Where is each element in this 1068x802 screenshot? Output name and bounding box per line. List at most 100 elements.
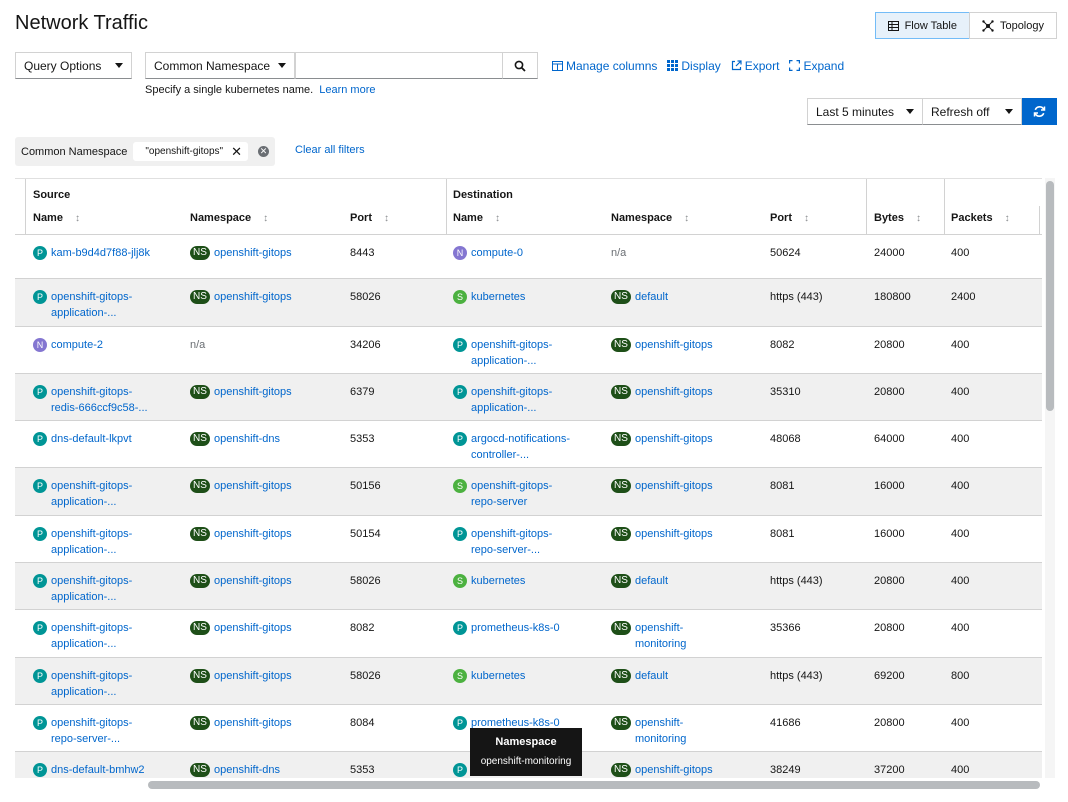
col-dst-name[interactable]: Name ↕ <box>453 212 500 224</box>
destination-namespace-link-text: openshift-monitoring <box>635 715 686 747</box>
source-name-link[interactable]: Popenshift-gitops-application-... <box>33 526 132 558</box>
search-input[interactable] <box>295 52 503 79</box>
source-name-link[interactable]: Ncompute-2 <box>33 337 103 353</box>
source-name-link[interactable]: Popenshift-gitops-application-... <box>33 668 132 700</box>
col-dst-port[interactable]: Port ↕ <box>770 212 809 224</box>
source-namespace-link[interactable]: NS openshift-gitops <box>190 573 292 589</box>
destination-name-link[interactable]: Skubernetes <box>453 573 525 589</box>
col-src-name[interactable]: Name ↕ <box>33 212 80 224</box>
col-packets[interactable]: Packets ↕ <box>951 212 1010 224</box>
table-row[interactable]: Popenshift-gitops-application-... NS opens… <box>15 610 1042 658</box>
table-row[interactable]: Popenshift-gitops-application-... NS opens… <box>15 468 1042 516</box>
table-cell: NS default <box>611 573 668 589</box>
col-src-namespace[interactable]: Namespace ↕ <box>190 212 268 224</box>
namespace-badge: NS <box>190 574 210 588</box>
destination-name-link[interactable]: Sopenshift-gitops-repo-server <box>453 478 552 510</box>
time-range-dropdown[interactable]: Last 5 minutes <box>807 98 923 125</box>
destination-name-link[interactable]: Popenshift-gitops-application-... <box>453 384 552 416</box>
table-row[interactable]: Pkam-b9d4d7f88-jlj8k NS openshift-gitops 84… <box>15 235 1042 279</box>
destination-name-link[interactable]: Pprometheus-k8s-0 <box>453 620 560 636</box>
source-name-link[interactable]: Pdns-default-bmhw2 <box>33 762 145 778</box>
table-row[interactable]: Popenshift-gitops-application-... NS opens… <box>15 658 1042 705</box>
col-dst-namespace-label: Namespace <box>611 212 673 224</box>
destination-namespace-link-line: default <box>635 670 669 682</box>
grid-icon <box>667 60 679 71</box>
source-port: 58026 <box>350 670 381 682</box>
source-name-link[interactable]: Popenshift-gitops-application-... <box>33 478 132 510</box>
learn-more-link[interactable]: Learn more <box>319 84 375 96</box>
source-name-link[interactable]: Pdns-default-lkpvt <box>33 431 132 447</box>
source-namespace-link[interactable]: NS openshift-dns <box>190 431 280 447</box>
col-bytes[interactable]: Bytes ↕ <box>874 212 921 224</box>
clear-all-filters-link[interactable]: Clear all filters <box>295 144 365 156</box>
columns-icon <box>552 60 563 71</box>
destination-name-link[interactable]: Skubernetes <box>453 289 525 305</box>
destination-namespace-link[interactable]: NS openshift-monitoring <box>611 620 686 652</box>
flow-table-label: Flow Table <box>904 19 957 32</box>
remove-chip-icon[interactable]: ✕ <box>231 145 242 158</box>
col-dst-namespace[interactable]: Namespace ↕ <box>611 212 689 224</box>
source-namespace-link-text: openshift-gitops <box>214 289 292 305</box>
table-row[interactable]: Popenshift-gitops-application-... NS opens… <box>15 563 1042 610</box>
flow-table-button[interactable]: Flow Table <box>874 12 970 39</box>
source-namespace-link[interactable]: NS openshift-gitops <box>190 620 292 636</box>
source-port: 50154 <box>350 528 381 540</box>
destination-namespace-link[interactable]: NS openshift-gitops <box>611 431 713 447</box>
destination-namespace-link[interactable]: NS openshift-gitops <box>611 526 713 542</box>
source-namespace-link[interactable]: NS openshift-gitops <box>190 715 292 731</box>
destination-name-link[interactable]: Popenshift-gitops-repo-server-... <box>453 526 552 558</box>
source-name-link[interactable]: Pkam-b9d4d7f88-jlj8k <box>33 245 150 261</box>
source-name-link[interactable]: Popenshift-gitops-redis-666ccf9c58-... <box>33 384 148 416</box>
destination-namespace-link[interactable]: NS openshift-gitops <box>611 384 713 400</box>
source-namespace-link[interactable]: NS openshift-gitops <box>190 384 292 400</box>
query-options-dropdown[interactable]: Query Options <box>15 52 132 79</box>
source-name-link[interactable]: Popenshift-gitops-repo-server-... <box>33 715 132 747</box>
destination-namespace-link[interactable]: NS default <box>611 573 668 589</box>
expand-link[interactable]: Expand <box>789 59 844 73</box>
source-namespace-link[interactable]: NS openshift-gitops <box>190 526 292 542</box>
destination-namespace-link[interactable]: NS openshift-gitops <box>611 478 713 494</box>
horizontal-scrollbar[interactable] <box>148 781 1040 789</box>
destination-namespace-link[interactable]: NS default <box>611 668 668 684</box>
bytes-value: 16000 <box>874 480 905 492</box>
source-name-link[interactable]: Popenshift-gitops-application-... <box>33 289 132 321</box>
destination-name-link[interactable]: P <box>453 762 471 777</box>
source-namespace-link[interactable]: NS openshift-gitops <box>190 245 292 261</box>
vertical-scrollbar[interactable] <box>1046 181 1054 411</box>
source-name-link[interactable]: Popenshift-gitops-application-... <box>33 573 132 605</box>
topology-button[interactable]: Topology <box>968 12 1057 39</box>
table-row[interactable]: Popenshift-gitops-redis-666ccf9c58-... NS… <box>15 374 1042 421</box>
source-namespace-link[interactable]: NS openshift-gitops <box>190 289 292 305</box>
namespace-badge: NS <box>611 763 631 777</box>
destination-namespace-link[interactable]: NS openshift-monitoring <box>611 715 686 747</box>
table-cell: 8082 <box>770 337 794 353</box>
table-row[interactable]: Pdns-default-lkpvt NS openshift-dns 5353 Par… <box>15 421 1042 468</box>
source-namespace-link[interactable]: NS openshift-dns <box>190 762 280 778</box>
destination-name-link[interactable]: Pargocd-notifications-controller-... <box>453 431 570 463</box>
destination-namespace-link[interactable]: NS openshift-gitops <box>611 337 713 353</box>
table-cell: Popenshift-gitops-application-... <box>33 573 132 605</box>
destination-namespace-link[interactable]: NS default <box>611 289 668 305</box>
table-row[interactable]: Popenshift-gitops-application-... NS opens… <box>15 516 1042 563</box>
destination-name-link[interactable]: Skubernetes <box>453 668 525 684</box>
resource-kind-badge: S <box>453 669 467 683</box>
table-row[interactable]: Ncompute-2 n/a 34206 Popenshift-gitops-appl… <box>15 327 1042 374</box>
search-button[interactable] <box>502 52 538 79</box>
refresh-interval-dropdown[interactable]: Refresh off <box>922 98 1022 125</box>
refresh-button[interactable] <box>1021 98 1057 125</box>
close-group-icon[interactable]: ✕ <box>257 146 269 157</box>
table-row[interactable]: Popenshift-gitops-application-... NS opens… <box>15 279 1042 327</box>
manage-columns-link[interactable]: Manage columns <box>552 59 657 73</box>
source-namespace-link[interactable]: NS openshift-gitops <box>190 478 292 494</box>
display-link[interactable]: Display <box>667 59 721 73</box>
source-name-link[interactable]: Popenshift-gitops-application-... <box>33 620 132 652</box>
export-link[interactable]: Export <box>731 59 779 73</box>
col-src-port[interactable]: Port ↕ <box>350 212 389 224</box>
table-cell: 20800 <box>874 384 905 400</box>
filter-field-dropdown[interactable]: Common Namespace <box>145 52 295 79</box>
table-cell: 5353 <box>350 431 374 447</box>
source-namespace-link[interactable]: NS openshift-gitops <box>190 668 292 684</box>
destination-name-link[interactable]: Popenshift-gitops-application-... <box>453 337 552 369</box>
destination-namespace-link[interactable]: NS openshift-gitops <box>611 762 713 778</box>
destination-name-link[interactable]: Ncompute-0 <box>453 245 523 261</box>
